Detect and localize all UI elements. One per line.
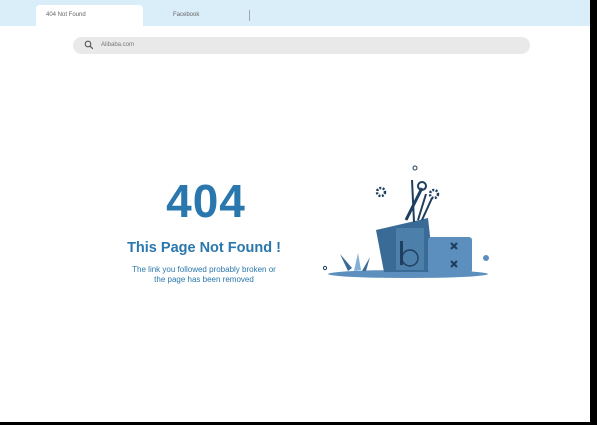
tab-404-not-found[interactable]: 404 Not Found <box>36 5 143 26</box>
tab-bar: 404 Not Found Facebook <box>0 0 590 26</box>
tab-separator <box>249 10 250 21</box>
plant-leaf <box>354 253 361 271</box>
address-bar-url: Alibaba.com <box>101 42 135 48</box>
tab-facebook[interactable]: Facebook <box>173 12 199 18</box>
plant-leaf <box>340 254 352 271</box>
description-line-1: The link you followed probably broken or <box>132 265 276 274</box>
bolt-icon <box>412 165 418 171</box>
broken-toolbox-illustration <box>322 165 489 278</box>
search-icon <box>84 40 94 50</box>
gear-icon <box>375 186 387 198</box>
pliers-icon <box>417 193 433 221</box>
browser-window: 404 Not Found Facebook Alibaba.com 404 T… <box>0 0 590 422</box>
error-description: The link you followed probably broken or… <box>104 265 304 286</box>
gear-icon <box>428 188 440 200</box>
secondary-box <box>428 237 472 273</box>
page-title: This Page Not Found ! <box>127 240 281 256</box>
description-line-2: the page has been removed <box>154 275 254 285</box>
plant-leaf <box>362 257 370 271</box>
screwdriver-icon <box>411 179 415 223</box>
bolt-icon <box>322 265 328 271</box>
bolt-icon <box>483 255 489 261</box>
error-code: 404 <box>166 175 246 227</box>
toolbox-handle <box>400 241 403 265</box>
address-bar[interactable]: Alibaba.com <box>73 37 530 54</box>
